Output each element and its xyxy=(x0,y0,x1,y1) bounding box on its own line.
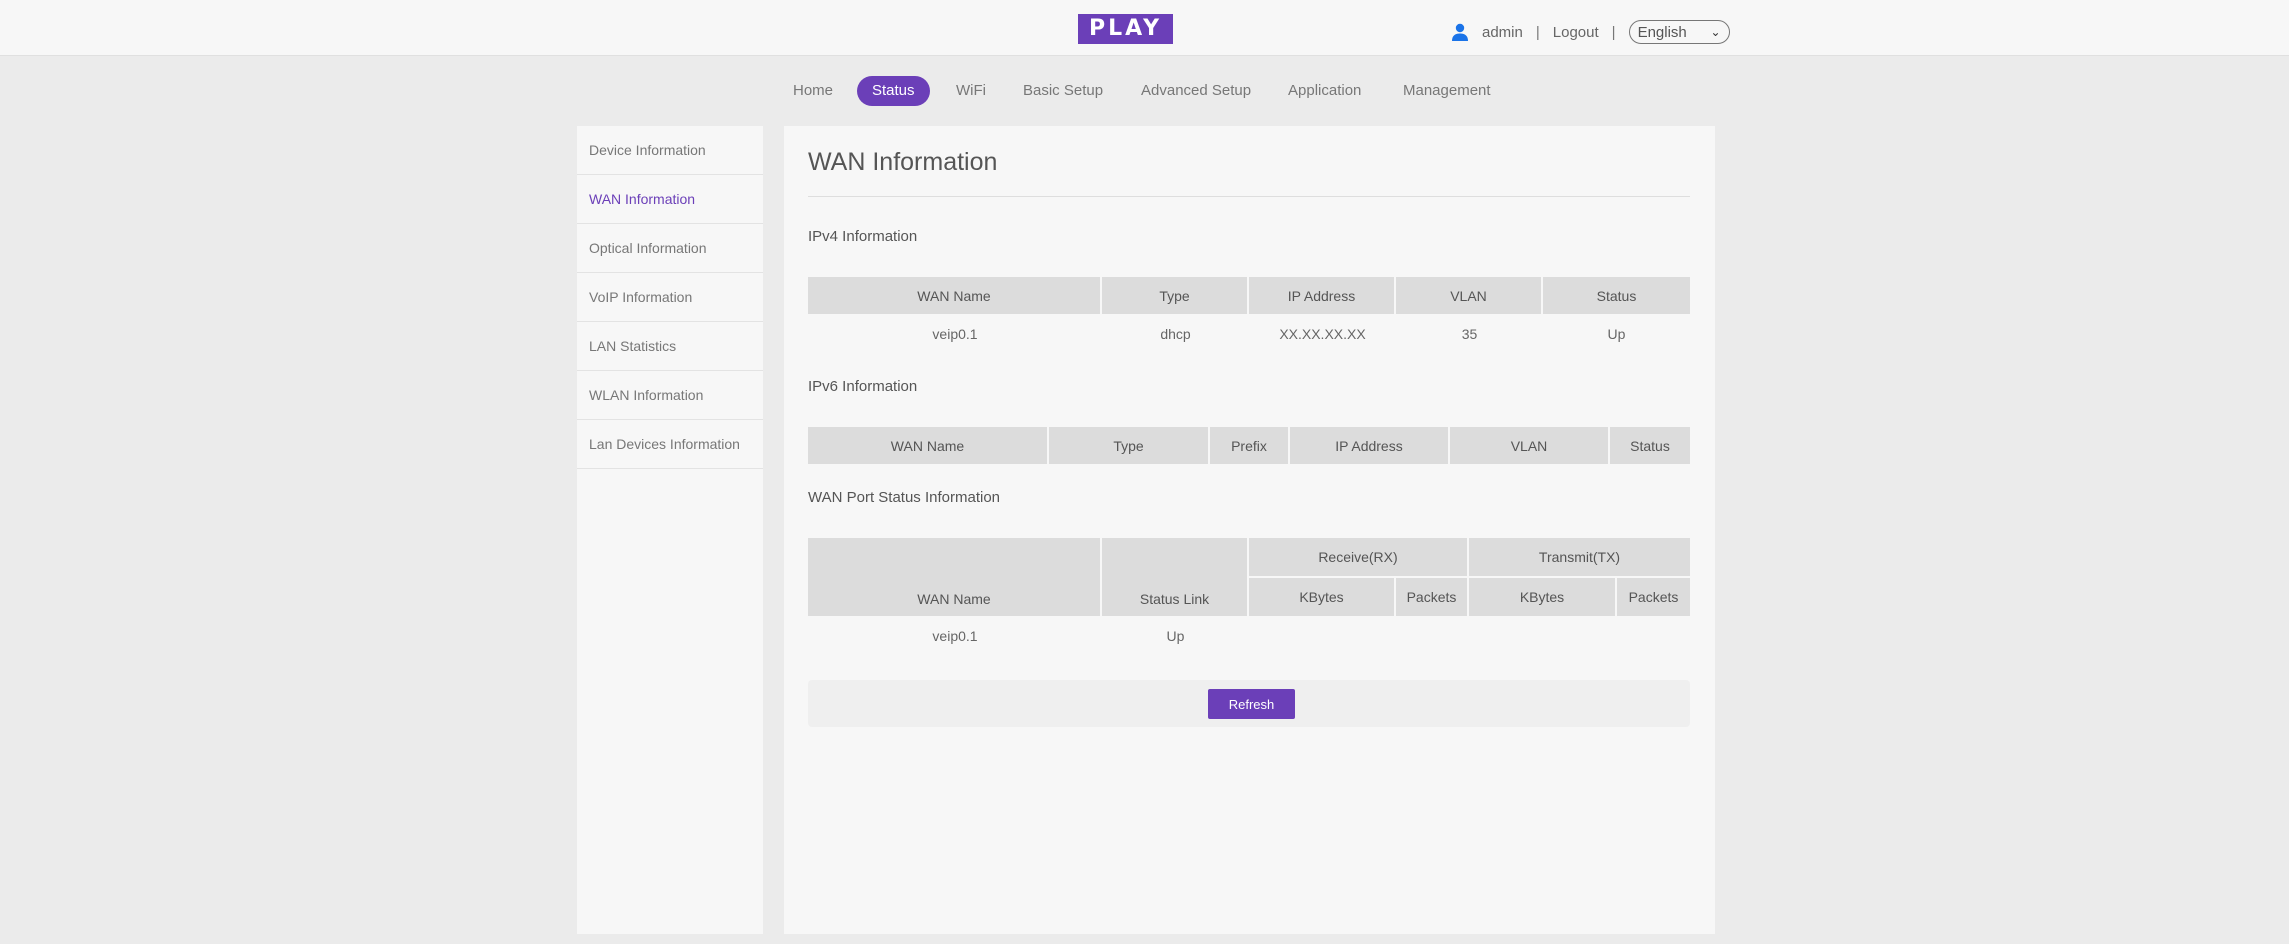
ipv6-table: WAN Name Type Prefix IP Address VLAN Sta… xyxy=(808,427,1690,466)
tab-status[interactable]: Status xyxy=(857,76,930,106)
table-header-row: WAN Name Status Link Receive(RX) Transmi… xyxy=(808,538,1690,618)
group-header-receive: Receive(RX) xyxy=(1249,538,1469,578)
play-logo[interactable]: PLAY xyxy=(1078,14,1173,44)
tab-basic-setup[interactable]: Basic Setup xyxy=(1023,76,1103,106)
table-cell xyxy=(1617,618,1690,654)
separator: | xyxy=(1535,23,1540,41)
sidebar-item-wan-information[interactable]: WAN Information xyxy=(577,175,763,224)
column-header: VLAN xyxy=(1450,427,1610,466)
table-cell xyxy=(1249,618,1396,654)
table-cell: dhcp xyxy=(1160,326,1191,342)
language-value: English xyxy=(1637,23,1687,41)
chevron-down-icon: ⌄ xyxy=(1710,25,1721,39)
column-header: IP Address xyxy=(1290,427,1450,466)
divider xyxy=(808,196,1690,197)
sidebar-item-wlan-information[interactable]: WLAN Information xyxy=(577,371,763,420)
column-header: KBytes xyxy=(1249,578,1396,618)
tab-wifi[interactable]: WiFi xyxy=(956,76,986,106)
sidebar-item-lan-statistics[interactable]: LAN Statistics xyxy=(577,322,763,371)
sidebar-item-voip-information[interactable]: VoIP Information xyxy=(577,273,763,322)
page-title: WAN Information xyxy=(808,148,998,176)
sidebar-item-optical-information[interactable]: Optical Information xyxy=(577,224,763,273)
sidebar-item-lan-devices-information[interactable]: Lan Devices Information xyxy=(577,420,763,469)
ipv4-section-title: IPv4 Information xyxy=(808,228,918,245)
column-header: Packets xyxy=(1617,578,1690,618)
content-panel: WAN Information IPv4 Information WAN Nam… xyxy=(784,126,1715,934)
table-row: veip0.1 dhcp XX.XX.XX.XX 35 Up xyxy=(808,316,1690,352)
sidebar-item-device-information[interactable]: Device Information xyxy=(577,126,763,175)
table-cell xyxy=(1469,618,1617,654)
table-cell: veip0.1 xyxy=(932,628,978,644)
language-select[interactable]: English ⌄ xyxy=(1628,20,1730,44)
column-header: KBytes xyxy=(1469,578,1617,618)
column-header: Type xyxy=(1102,277,1249,316)
group-header-transmit: Transmit(TX) xyxy=(1469,538,1690,578)
table-cell: Up xyxy=(1607,326,1626,342)
refresh-bar: Refresh xyxy=(808,680,1690,727)
sidebar: Device Information WAN Information Optic… xyxy=(577,126,763,934)
main-nav: Home Status WiFi Basic Setup Advanced Se… xyxy=(0,74,2289,108)
top-bar: PLAY admin | Logout | English ⌄ xyxy=(0,0,2289,56)
wan-port-section-title: WAN Port Status Information xyxy=(808,489,1001,506)
tab-application[interactable]: Application xyxy=(1288,76,1361,106)
column-header: VLAN xyxy=(1396,277,1543,316)
tab-management[interactable]: Management xyxy=(1403,76,1491,106)
table-cell: veip0.1 xyxy=(932,326,978,342)
column-header: Packets xyxy=(1396,578,1469,618)
column-header: Status xyxy=(1543,277,1690,316)
tab-home[interactable]: Home xyxy=(793,76,833,106)
username-label: admin xyxy=(1482,23,1523,41)
table-row: veip0.1 Up xyxy=(808,618,1690,654)
column-header: Type xyxy=(1049,427,1210,466)
table-header-row: WAN Name Type Prefix IP Address VLAN Sta… xyxy=(808,427,1690,466)
refresh-button[interactable]: Refresh xyxy=(1208,689,1295,719)
column-header: Prefix xyxy=(1210,427,1290,466)
wan-port-table: WAN Name Status Link Receive(RX) Transmi… xyxy=(808,538,1690,654)
column-header: WAN Name xyxy=(808,538,1102,618)
table-cell xyxy=(1396,618,1469,654)
separator: | xyxy=(1611,23,1616,41)
tab-advanced-setup[interactable]: Advanced Setup xyxy=(1141,76,1251,106)
table-cell: Up xyxy=(1166,628,1185,644)
column-header: Status Link xyxy=(1102,538,1249,618)
table-cell: 35 xyxy=(1461,326,1478,342)
table-cell: XX.XX.XX.XX xyxy=(1279,326,1366,342)
user-icon xyxy=(1450,22,1470,42)
column-header: Status xyxy=(1610,427,1690,466)
ipv4-table: WAN Name Type IP Address VLAN Status vei… xyxy=(808,277,1690,352)
ipv6-section-title: IPv6 Information xyxy=(808,378,918,395)
logout-link[interactable]: Logout xyxy=(1553,24,1599,41)
table-header-row: WAN Name Type IP Address VLAN Status xyxy=(808,277,1690,316)
column-header: IP Address xyxy=(1249,277,1396,316)
column-header: WAN Name xyxy=(808,277,1102,316)
column-header: WAN Name xyxy=(808,427,1049,466)
user-bar: admin | Logout | English ⌄ xyxy=(1450,17,1730,47)
